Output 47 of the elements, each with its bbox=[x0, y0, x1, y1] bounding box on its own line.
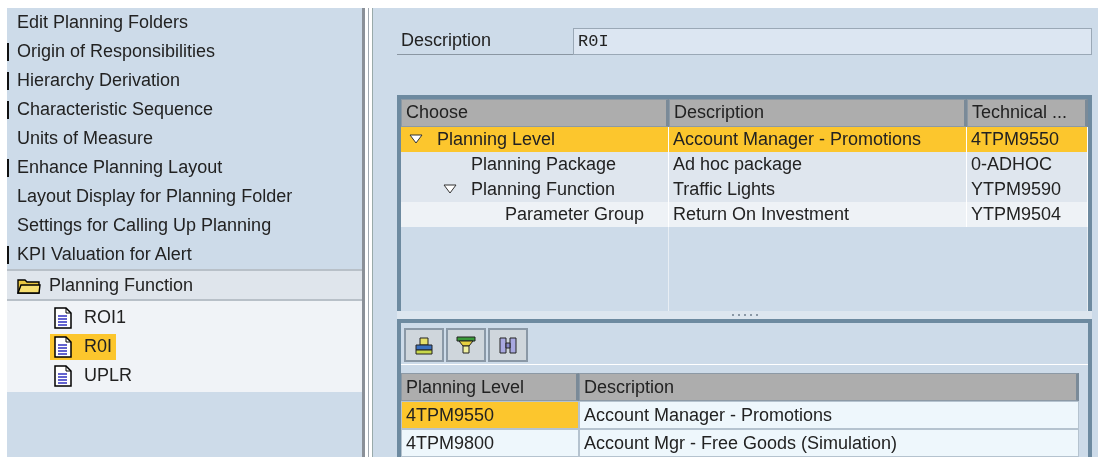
menu-item[interactable]: Layout Display for Planning Folder bbox=[17, 186, 293, 207]
print-icon bbox=[414, 335, 434, 355]
print-button[interactable] bbox=[404, 328, 444, 362]
menu-item[interactable]: Characteristic Sequence bbox=[17, 99, 214, 120]
table-cell: YTPM9590 bbox=[967, 176, 1088, 202]
collapse-icon[interactable] bbox=[409, 134, 423, 144]
document-icon bbox=[54, 335, 72, 358]
binoculars-button[interactable] bbox=[488, 328, 528, 362]
splitter-handle[interactable] bbox=[731, 313, 758, 317]
filter-icon bbox=[456, 335, 476, 355]
binoculars-icon bbox=[498, 335, 518, 355]
tree-item[interactable]: ROI1 bbox=[50, 304, 130, 331]
tree-node[interactable]: Parameter Group bbox=[401, 201, 669, 227]
tree-item[interactable]: UPLR bbox=[50, 362, 136, 389]
table-cell[interactable]: Account Manager - Promotions bbox=[579, 401, 1079, 429]
description-field[interactable]: R0I bbox=[573, 28, 1092, 55]
column-header[interactable]: Choose bbox=[401, 98, 669, 127]
menu-item[interactable]: KPI Valuation for Alert bbox=[17, 244, 192, 265]
column-header[interactable]: Description bbox=[669, 98, 967, 127]
menu-item[interactable]: Origin of Responsibilities bbox=[17, 41, 216, 62]
table-cell[interactable]: 4TPM9550 bbox=[401, 401, 579, 429]
table-cell[interactable]: 4TPM9800 bbox=[401, 429, 579, 457]
table-cell[interactable]: Account Mgr - Free Goods (Simulation) bbox=[579, 429, 1079, 457]
tree-item[interactable]: R0I bbox=[50, 333, 116, 360]
table-cell: Return On Investment bbox=[669, 201, 967, 227]
column-header[interactable]: Planning Level bbox=[401, 373, 579, 401]
table-cell: Traffic Lights bbox=[669, 176, 967, 202]
menu-item[interactable]: Hierarchy Derivation bbox=[17, 70, 181, 91]
menu-item[interactable]: Settings for Calling Up Planning bbox=[17, 215, 272, 236]
column-header[interactable]: Description bbox=[579, 373, 1079, 401]
tree-node[interactable]: Planning Function bbox=[401, 176, 669, 202]
tree-node[interactable]: Planning Level bbox=[401, 126, 669, 152]
table-cell: YTPM9504 bbox=[967, 201, 1088, 227]
table-cell: 4TPM9550 bbox=[967, 126, 1088, 152]
menu-item[interactable]: Units of Measure bbox=[17, 128, 154, 149]
menu-item[interactable]: Edit Planning Folders bbox=[17, 12, 189, 33]
table-cell: 0-ADHOC bbox=[967, 151, 1088, 177]
pane-splitter[interactable] bbox=[362, 8, 372, 457]
table-cell: Account Manager - Promotions bbox=[669, 126, 967, 152]
document-icon bbox=[54, 306, 72, 329]
tree-node[interactable]: Planning Package bbox=[401, 151, 669, 177]
table-cell: Ad hoc package bbox=[669, 151, 967, 177]
column-header[interactable]: Technical ... bbox=[967, 98, 1088, 127]
document-icon bbox=[54, 364, 72, 387]
menu-item[interactable]: Enhance Planning Layout bbox=[17, 157, 223, 178]
filter-button[interactable] bbox=[446, 328, 486, 362]
collapse-icon[interactable] bbox=[443, 184, 457, 194]
